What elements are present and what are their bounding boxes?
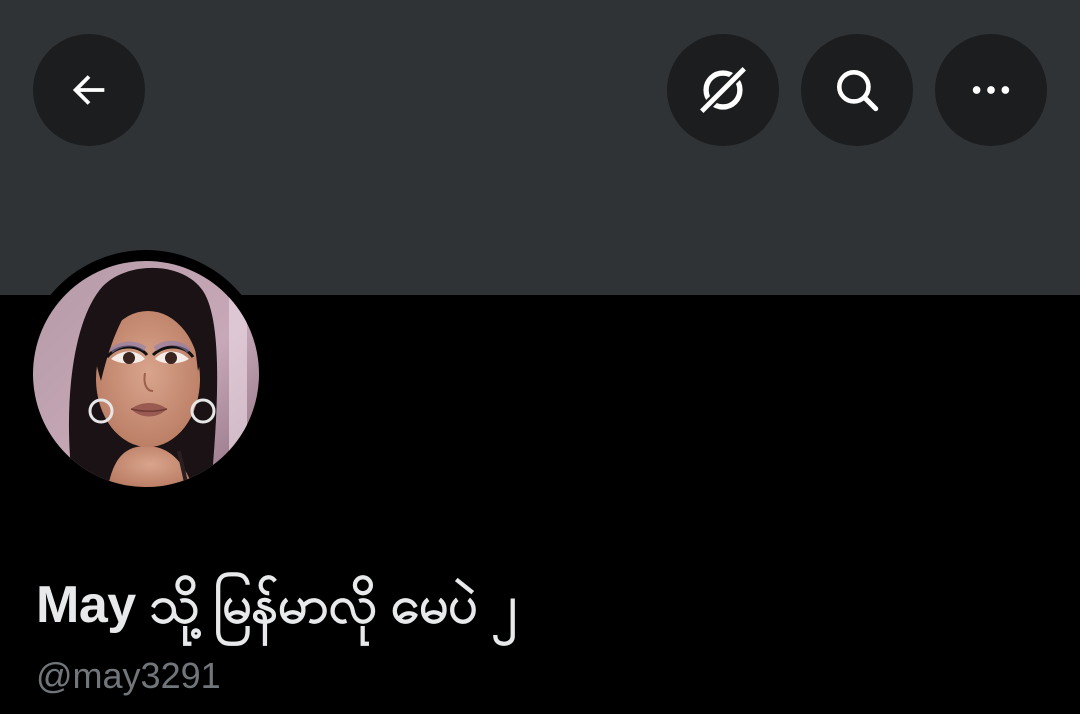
search-button[interactable] [801,34,913,146]
avatar-image [33,261,259,487]
back-button[interactable] [33,34,145,146]
profile-handle: @may3291 [36,655,221,696]
more-button[interactable] [935,34,1047,146]
profile-display-name: May သို့ မြန်မာလို မေပဲ ၂ [36,576,517,634]
profile-page: May သို့ မြန်မာလို မေပဲ ၂ @may3291 [0,0,1080,714]
more-horizontal-icon [972,86,1010,94]
search-icon [837,70,879,112]
avatar[interactable] [33,261,259,487]
grok-icon [699,66,747,114]
grok-button[interactable] [667,34,779,146]
arrow-left-icon [72,75,105,105]
